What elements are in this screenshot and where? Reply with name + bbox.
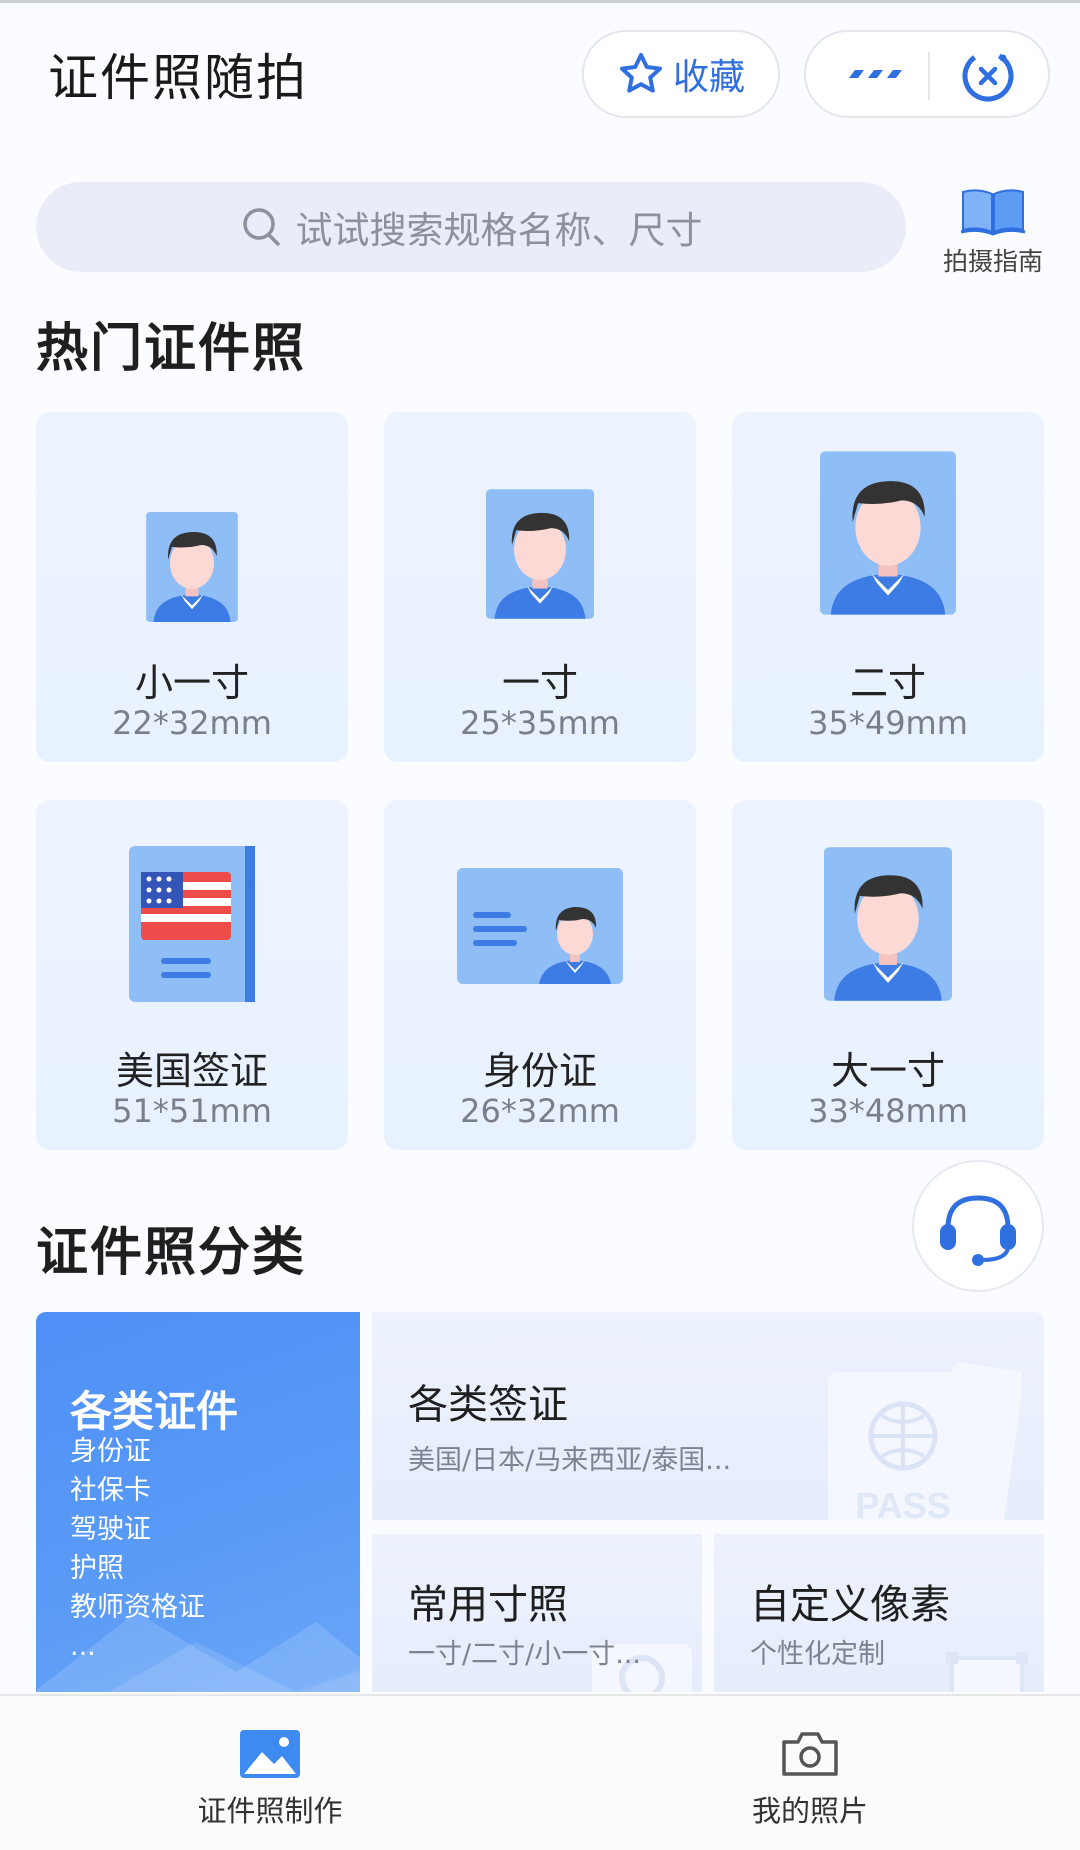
customer-service-button[interactable] (912, 1160, 1044, 1292)
capsule-menu (804, 30, 1050, 118)
book-icon (960, 189, 1026, 236)
category-visas-title: 各类签证 (408, 1382, 568, 1428)
category-documents-title: 各类证件 (70, 1387, 239, 1436)
category-common-subtitle: 一寸/二寸/小一寸... (408, 1639, 641, 1670)
headset-icon (940, 1195, 1016, 1266)
category-item: 护照 (70, 1553, 124, 1584)
us-visa-icon (129, 846, 255, 1002)
category-custom-subtitle: 个性化定制 (750, 1639, 885, 1670)
card-name: 大一寸 (830, 1049, 945, 1093)
hot-card-large-one-inch[interactable]: 大一寸 33*48mm (732, 800, 1044, 1150)
category-visas-subtitle: 美国/日本/马来西亚/泰国... (408, 1445, 732, 1476)
card-size: 25*35mm (460, 704, 620, 742)
category-visas[interactable]: PASS 各类签证 美国/日本/马来西亚/泰国... (372, 1312, 1044, 1520)
close-miniprogram-icon[interactable] (960, 48, 1016, 104)
crop-decoration (946, 1652, 1028, 1692)
card-name: 美国签证 (115, 1049, 268, 1093)
card-size: 22*32mm (112, 704, 272, 742)
search-icon (242, 208, 280, 246)
nav-make-label: 证件照制作 (197, 1794, 343, 1828)
shooting-guide-label: 拍摄指南 (942, 247, 1043, 276)
passport-decoration: PASS (828, 1362, 1022, 1520)
bottom-navigation: 证件照制作 我的照片 (0, 1694, 1080, 1850)
nav-tab-my-photos[interactable]: 我的照片 (690, 1730, 930, 1830)
portrait-large-icon (820, 451, 956, 615)
category-documents-list: 身份证 社保卡 驾驶证 护照 教师资格证 ... (70, 1432, 205, 1666)
card-size: 35*49mm (808, 704, 968, 742)
card-name: 身份证 (482, 1049, 597, 1093)
category-custom-title: 自定义像素 (750, 1582, 950, 1628)
card-size: 26*32mm (460, 1092, 620, 1130)
nav-photos-label: 我的照片 (751, 1794, 868, 1828)
card-name: 一寸 (501, 661, 578, 705)
hot-card-two-inch[interactable]: 二寸 35*49mm (732, 412, 1044, 762)
category-common-title: 常用寸照 (408, 1582, 568, 1628)
capsule-divider (928, 52, 930, 100)
portrait-icon (486, 489, 594, 619)
portrait-large-icon (824, 847, 952, 1001)
camera-icon (782, 1732, 838, 1776)
favorite-label: 收藏 (672, 57, 745, 98)
card-name: 小一寸 (134, 661, 249, 705)
shooting-guide-button[interactable]: 拍摄指南 (930, 186, 1056, 278)
card-name: 二寸 (849, 661, 926, 705)
top-divider (0, 0, 1080, 3)
category-section-title: 证件照分类 (36, 1223, 307, 1283)
passport-watermark: PASS (855, 1485, 950, 1520)
more-icon[interactable] (846, 66, 904, 82)
category-item: 身份证 (70, 1436, 151, 1467)
card-size: 51*51mm (112, 1092, 272, 1130)
hot-card-small-one-inch[interactable]: 小一寸 22*32mm (36, 412, 348, 762)
hot-card-one-inch[interactable]: 一寸 25*35mm (384, 412, 696, 762)
portrait-small-icon (146, 512, 238, 622)
category-item: 社保卡 (70, 1475, 151, 1506)
hot-card-id-card[interactable]: 身份证 26*32mm (384, 800, 696, 1150)
nav-tab-make-photo[interactable]: 证件照制作 (150, 1730, 390, 1830)
category-item: 教师资格证 (70, 1592, 205, 1623)
id-card-icon (457, 868, 623, 984)
category-custom-pixel[interactable]: 自定义像素 个性化定制 (714, 1534, 1044, 1692)
search-placeholder: 试试搜索规格名称、尺寸 (295, 209, 703, 252)
card-size: 33*48mm (808, 1092, 968, 1130)
favorite-button[interactable]: 收藏 (582, 30, 780, 118)
category-item: 驾驶证 (70, 1514, 151, 1545)
search-input[interactable]: 试试搜索规格名称、尺寸 (36, 182, 906, 272)
category-item: ... (70, 1631, 96, 1662)
category-documents[interactable]: 各类证件 身份证 社保卡 驾驶证 护照 教师资格证 ... (36, 1312, 360, 1692)
category-common-sizes[interactable]: 常用寸照 一寸/二寸/小一寸... (372, 1534, 702, 1692)
hot-card-us-visa[interactable]: 美国签证 51*51mm (36, 800, 348, 1150)
app-title: 证件照随拍 (48, 49, 308, 107)
hot-section-title: 热门证件照 (36, 319, 307, 379)
star-icon (619, 53, 662, 93)
image-icon (240, 1730, 300, 1778)
